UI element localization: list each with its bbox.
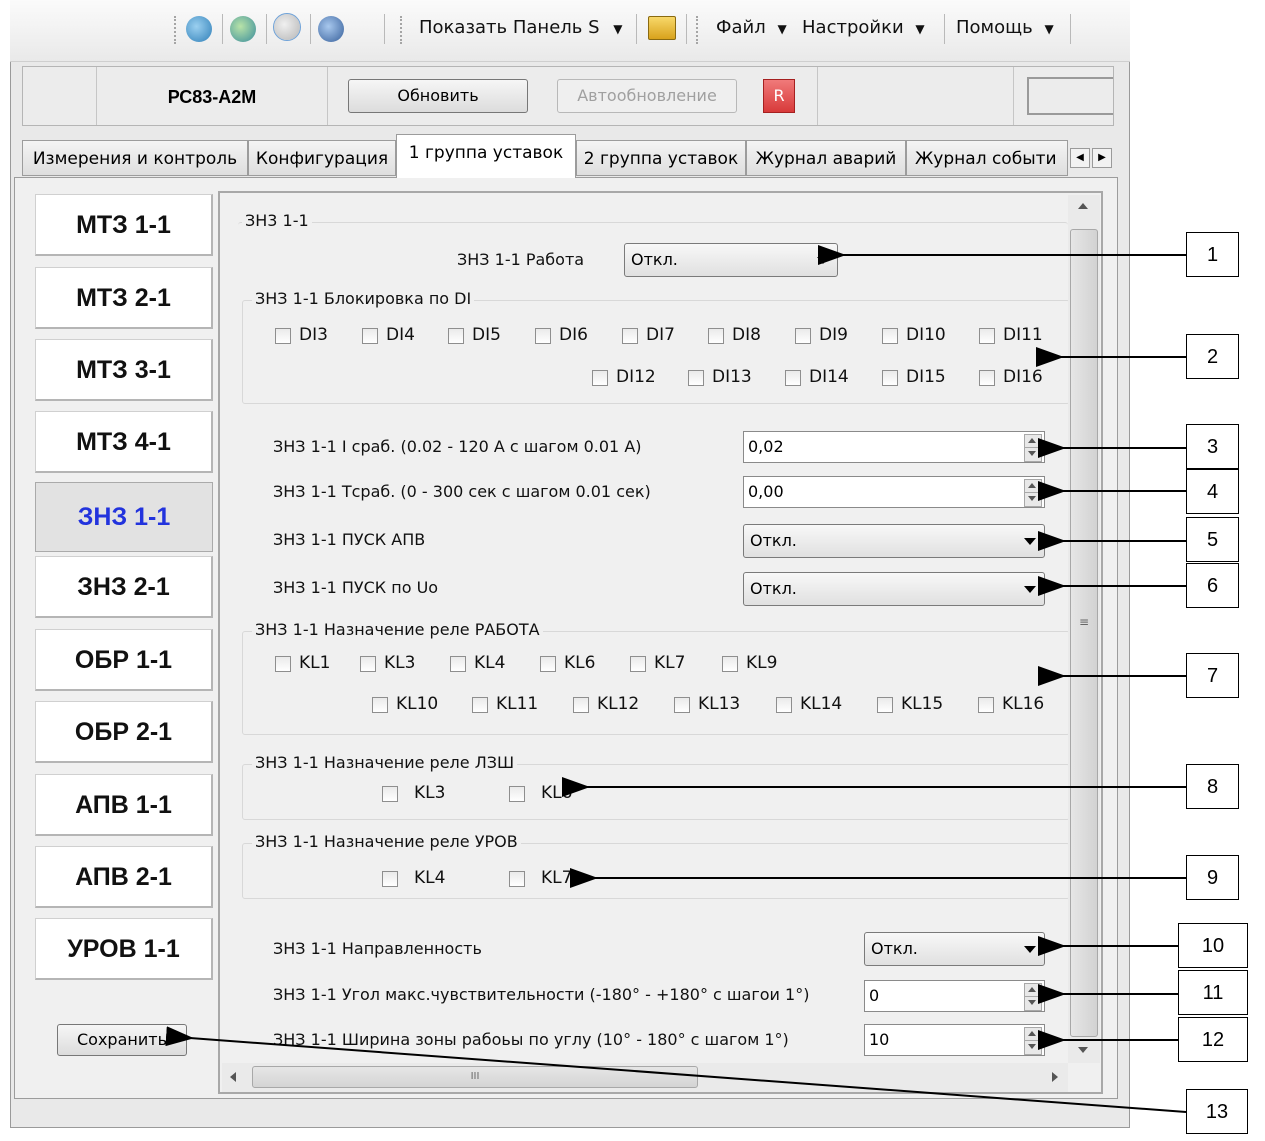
callout-10: 10 xyxy=(1178,923,1248,968)
callout-13: 13 xyxy=(1186,1089,1248,1134)
callout-4: 4 xyxy=(1186,469,1239,514)
callout-3: 3 xyxy=(1186,424,1239,469)
callout-9: 9 xyxy=(1186,855,1239,900)
annotation-arrows xyxy=(165,245,1187,1113)
callout-11: 11 xyxy=(1178,970,1248,1015)
callout-6: 6 xyxy=(1186,563,1239,608)
callout-1: 1 xyxy=(1186,232,1239,277)
tab-group1-settings[interactable]: 1 группа уставок xyxy=(396,134,576,178)
callout-2: 2 xyxy=(1186,334,1239,379)
callout-5: 5 xyxy=(1186,517,1239,562)
callout-8: 8 xyxy=(1186,764,1239,809)
callout-7: 7 xyxy=(1186,653,1239,698)
callout-12: 12 xyxy=(1178,1017,1248,1062)
arrow-13 xyxy=(165,1026,1187,1113)
